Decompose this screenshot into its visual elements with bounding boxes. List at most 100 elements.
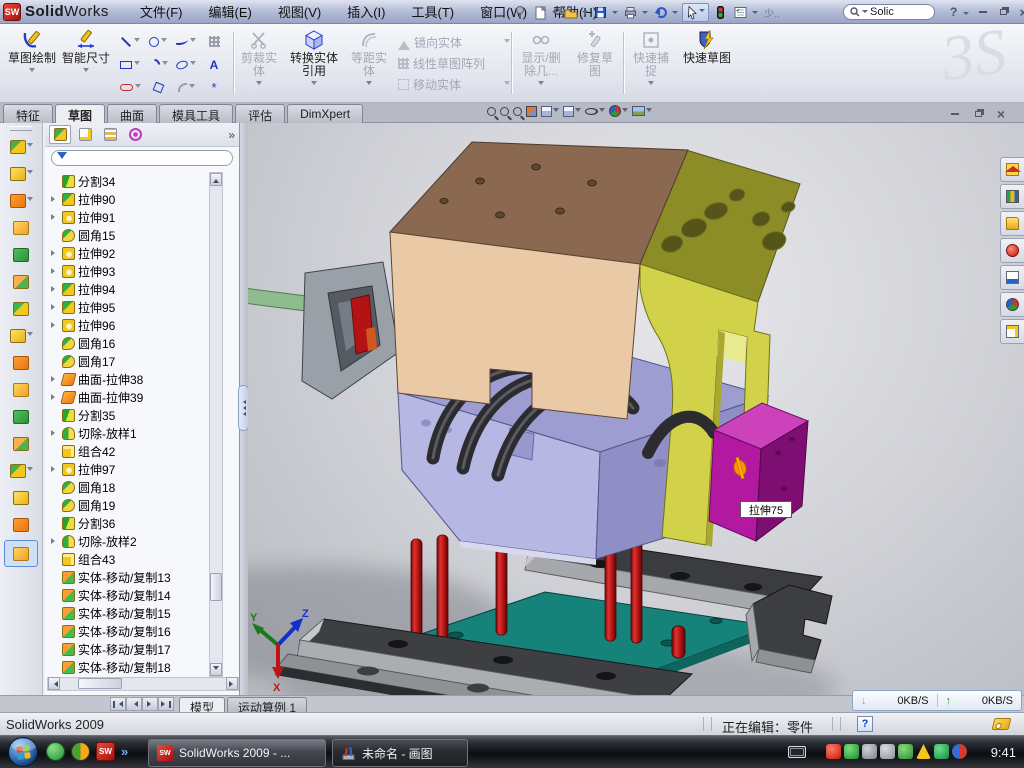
search-input[interactable]: Solic bbox=[843, 4, 935, 20]
display-style-icon[interactable] bbox=[563, 106, 581, 117]
options-checklist-icon[interactable] bbox=[732, 4, 749, 21]
motion-study-tab[interactable]: 运动算例 1 bbox=[227, 697, 307, 712]
prev-tab-button[interactable] bbox=[126, 697, 142, 711]
language-icon[interactable] bbox=[952, 744, 967, 759]
tree-item[interactable]: 圆角17 bbox=[47, 352, 223, 370]
doc-close-button[interactable]: × bbox=[994, 108, 1008, 120]
hide-show-items-icon[interactable] bbox=[585, 108, 605, 115]
undo-icon[interactable] bbox=[652, 4, 669, 21]
expand-arrow[interactable] bbox=[51, 466, 58, 472]
panel-tab-overflow[interactable]: » bbox=[228, 128, 235, 142]
help-button[interactable]: ? bbox=[950, 5, 957, 19]
model-tab[interactable]: 模型 bbox=[179, 697, 225, 712]
smart-dimension-button[interactable]: 智能尺寸 bbox=[60, 28, 112, 98]
taskpane-design-library[interactable] bbox=[1000, 184, 1024, 209]
tree-item[interactable]: 曲面-拉伸38 bbox=[47, 370, 223, 388]
tree-item[interactable]: 分割36 bbox=[47, 514, 223, 532]
line-icon[interactable] bbox=[116, 30, 144, 53]
tab-特征[interactable]: 特征 bbox=[3, 104, 53, 123]
tool-fillet[interactable] bbox=[0, 187, 42, 214]
close-button[interactable]: × bbox=[1016, 6, 1024, 18]
hscroll-thumb[interactable] bbox=[78, 678, 122, 689]
apply-scene-icon[interactable] bbox=[632, 106, 652, 116]
circle-icon[interactable] bbox=[144, 30, 172, 53]
tool-combine[interactable] bbox=[0, 403, 42, 430]
messenger-icon[interactable] bbox=[46, 742, 65, 761]
pin-icon[interactable] bbox=[512, 4, 529, 21]
taskpane-appearances[interactable] bbox=[1000, 292, 1024, 317]
solidworks-launcher-icon[interactable]: SW bbox=[96, 742, 115, 761]
tab-曲面[interactable]: 曲面 bbox=[107, 104, 157, 123]
menu-工具(T)[interactable]: 工具(T) bbox=[398, 0, 467, 24]
expand-arrow[interactable] bbox=[51, 286, 58, 292]
tool-shell[interactable] bbox=[0, 241, 42, 268]
tree-item[interactable]: 曲面-拉伸39 bbox=[47, 388, 223, 406]
slot-icon[interactable] bbox=[116, 76, 144, 99]
tool-wrap[interactable] bbox=[0, 295, 42, 322]
open-folder-icon[interactable] bbox=[562, 4, 579, 21]
tree-item[interactable]: 拉伸91 bbox=[47, 208, 223, 226]
toolbar-overflow[interactable]: 少.. bbox=[764, 5, 780, 20]
tree-item[interactable]: 组合43 bbox=[47, 550, 223, 568]
tree-item[interactable]: 圆角15 bbox=[47, 226, 223, 244]
rectangle-icon[interactable] bbox=[116, 53, 144, 76]
tree-item[interactable]: 实体-移动/复制17 bbox=[47, 640, 223, 658]
new-document-icon[interactable] bbox=[532, 4, 549, 21]
doc-restore-button[interactable] bbox=[971, 108, 985, 120]
tree-item[interactable]: 拉伸90 bbox=[47, 190, 223, 208]
volume-icon[interactable] bbox=[880, 744, 895, 759]
scroll-left-button[interactable] bbox=[48, 677, 60, 690]
tab-草图[interactable]: 草图 bbox=[55, 104, 105, 123]
section-view-icon[interactable] bbox=[526, 106, 537, 117]
tool-extruded-cut[interactable] bbox=[0, 160, 42, 187]
tree-vertical-scrollbar[interactable] bbox=[209, 172, 223, 677]
tab-DimXpert[interactable]: DimXpert bbox=[287, 104, 363, 123]
task-solidworks[interactable]: SW SolidWorks 2009 - ... bbox=[148, 739, 326, 767]
gray-clamp[interactable] bbox=[302, 262, 399, 399]
save-icon[interactable] bbox=[592, 4, 609, 21]
graphics-viewport[interactable]: Y Z X 拉伸75 bbox=[248, 123, 1024, 695]
convert-entities-button[interactable]: 转换实体引用 bbox=[285, 28, 343, 98]
tool-instant3d[interactable] bbox=[4, 540, 38, 567]
expand-arrow[interactable] bbox=[51, 538, 58, 544]
tool-move-copy[interactable] bbox=[0, 430, 42, 457]
task-paint[interactable]: 未命名 - 画图 bbox=[332, 739, 468, 767]
point-icon[interactable]: * bbox=[200, 76, 228, 99]
tool-extruded-boss[interactable] bbox=[0, 133, 42, 160]
tree-item[interactable]: 分割34 bbox=[47, 172, 223, 190]
media-player-icon[interactable] bbox=[71, 742, 90, 761]
arc-icon[interactable] bbox=[144, 53, 172, 76]
security-alert-icon[interactable] bbox=[826, 744, 841, 759]
quick-launch-overflow[interactable]: » bbox=[121, 744, 128, 759]
tab-模具工具[interactable]: 模具工具 bbox=[159, 104, 233, 123]
last-tab-button[interactable] bbox=[158, 697, 174, 711]
edit-appearance-icon[interactable] bbox=[609, 105, 628, 117]
tree-item[interactable]: 切除-放样2 bbox=[47, 532, 223, 550]
tree-filter-input[interactable] bbox=[51, 150, 233, 166]
tag-icon[interactable] bbox=[992, 718, 1012, 730]
tree-item[interactable]: 实体-移动/复制14 bbox=[47, 586, 223, 604]
tool-split[interactable] bbox=[0, 376, 42, 403]
sync-green-icon[interactable] bbox=[898, 744, 913, 759]
tree-item[interactable]: 实体-移动/复制13 bbox=[47, 568, 223, 586]
antivirus-icon[interactable] bbox=[844, 744, 859, 759]
spline-icon[interactable] bbox=[172, 30, 200, 53]
print-icon[interactable] bbox=[622, 4, 639, 21]
scroll-thumb[interactable] bbox=[210, 573, 222, 601]
tree-item[interactable]: 实体-移动/复制15 bbox=[47, 604, 223, 622]
doc-minimize-button[interactable] bbox=[948, 108, 962, 120]
tool-reference-geometry[interactable] bbox=[0, 457, 42, 484]
tree-item[interactable]: 拉伸93 bbox=[47, 262, 223, 280]
tree-item[interactable]: 组合42 bbox=[47, 442, 223, 460]
expand-arrow[interactable] bbox=[51, 250, 58, 256]
expand-arrow[interactable] bbox=[51, 322, 58, 328]
first-tab-button[interactable] bbox=[110, 697, 126, 711]
tool-chamfer[interactable] bbox=[0, 214, 42, 241]
panel-splitter[interactable] bbox=[240, 123, 248, 695]
language-keyboard-icon[interactable] bbox=[788, 746, 806, 758]
scroll-right-button[interactable] bbox=[226, 677, 238, 690]
tree-item[interactable]: 实体-移动/复制16 bbox=[47, 622, 223, 640]
expand-arrow[interactable] bbox=[51, 376, 58, 382]
next-tab-button[interactable] bbox=[142, 697, 158, 711]
select-cursor-button[interactable] bbox=[682, 3, 709, 22]
